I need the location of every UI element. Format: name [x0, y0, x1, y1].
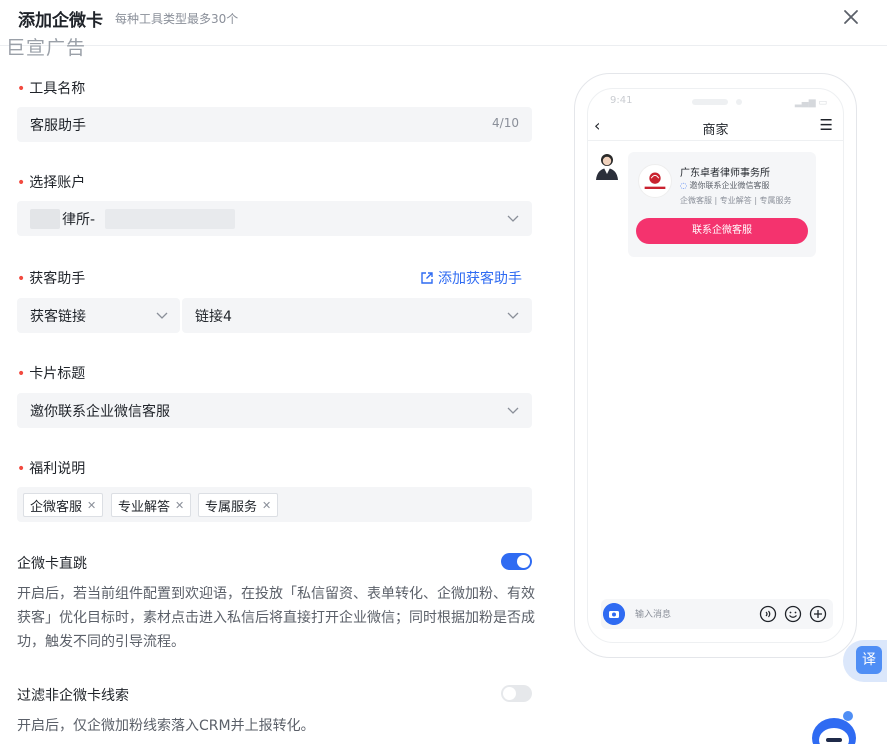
direct-jump-toggle[interactable] [501, 553, 532, 570]
dialog-header: 添加企微卡 每种工具类型最多30个 [0, 0, 887, 46]
chat-title: 商家 [702, 123, 729, 138]
card-title-label: • 卡片标题 [17, 366, 86, 382]
chevron-down-icon [507, 215, 519, 222]
char-counter: 4/10 [492, 116, 519, 130]
translate-button[interactable]: 译 [843, 640, 887, 682]
phone-screen: 9:41 ▂▄▆ ▭ ‹ 商家 ☰ 广东卓者律师事务所 ◌ 邀你联系企业微信客服… [587, 88, 844, 643]
direct-jump-desc: 开启后，若当前组件配置到欢迎语，在投放「私信留资、表单转化、企微加粉、有效获客」… [17, 586, 535, 650]
tag-close-icon[interactable]: ✕ [175, 499, 184, 512]
firm-name: 广东卓者律师事务所 [680, 168, 770, 179]
contact-wecom-button[interactable]: 联系企微客服 [636, 218, 808, 244]
signal-icon: ▂▄▆ ▭ [794, 98, 827, 108]
chevron-down-icon [507, 407, 519, 414]
account-select[interactable]: 律所- [17, 201, 532, 236]
chevron-down-icon [156, 312, 168, 319]
assistant-type-value: 获客链接 [30, 309, 86, 325]
account-label: • 选择账户 [17, 175, 86, 191]
tool-name-label: • 工具名称 [17, 81, 86, 97]
chat-input-placeholder: 输入消息 [635, 610, 672, 620]
required-mark: • [17, 81, 26, 97]
phone-preview: 9:41 ▂▄▆ ▭ ‹ 商家 ☰ 广东卓者律师事务所 ◌ 邀你联系企业微信客服… [574, 73, 857, 658]
redacted-block [30, 209, 60, 229]
voice-icon[interactable] [759, 605, 777, 623]
redacted-block [105, 209, 235, 229]
chevron-down-icon [507, 312, 519, 319]
add-assistant-link[interactable]: 添加获客助手 [420, 268, 522, 288]
external-link-icon [421, 272, 433, 284]
filter-title: 过滤非企微卡线索 [17, 688, 129, 704]
assistant-label: • 获客助手 [17, 271, 86, 287]
close-icon[interactable] [842, 8, 860, 26]
plus-icon[interactable] [809, 605, 827, 623]
benefit-tag: 专属服务 ✕ [198, 493, 279, 517]
benefit-tag: 企微客服 ✕ [23, 493, 104, 517]
status-time: 9:41 [610, 95, 633, 106]
assistant-link-select[interactable]: 链接4 [182, 298, 532, 333]
dialog-subtitle: 每种工具类型最多30个 [115, 12, 239, 26]
tag-close-icon[interactable]: ✕ [87, 499, 96, 512]
filter-toggle[interactable] [501, 685, 532, 702]
wecom-card: 广东卓者律师事务所 ◌ 邀你联系企业微信客服 企微客服 | 专业解答 | 专属服… [628, 152, 816, 257]
account-value: 律所- [62, 212, 96, 228]
translate-icon: 译 [856, 646, 882, 674]
required-mark: • [17, 271, 26, 287]
wecom-icon: ◌ [680, 181, 687, 190]
direct-jump-title: 企微卡直跳 [17, 556, 87, 572]
status-bar: 9:41 ▂▄▆ ▭ [588, 95, 843, 111]
camera-dot [736, 99, 742, 105]
toggle-knob [503, 687, 516, 700]
benefit-tag: 专业解答 ✕ [111, 493, 192, 517]
assistant-type-select[interactable]: 获客链接 [17, 298, 180, 333]
required-mark: • [17, 366, 26, 382]
card-title-select[interactable]: 邀你联系企业微信客服 [17, 393, 532, 428]
notch [692, 99, 728, 105]
toggle-knob [517, 555, 530, 568]
firm-logo [638, 164, 672, 198]
card-benefits: 企微客服 | 专业解答 | 专属服务 [680, 196, 792, 205]
filter-desc: 开启后，仅企微加粉线索落入CRM并上报转化。 [17, 718, 315, 734]
assistant-link-value: 链接4 [195, 309, 232, 325]
camera-icon[interactable] [603, 603, 625, 625]
tool-name-value: 客服助手 [30, 118, 86, 134]
assistant-robot-icon[interactable] [808, 708, 860, 744]
menu-icon[interactable]: ☰ [820, 116, 833, 134]
tag-close-icon[interactable]: ✕ [262, 499, 271, 512]
card-title-value: 邀你联系企业微信客服 [30, 404, 170, 420]
avatar [596, 154, 618, 180]
required-mark: • [17, 461, 26, 477]
watermark: 巨宣广告 [6, 37, 87, 59]
chat-nav: ‹ 商家 ☰ [588, 111, 843, 141]
tool-name-input[interactable]: 客服助手 4/10 [17, 107, 532, 142]
chat-input-bar: 输入消息 [601, 599, 833, 629]
emoji-icon[interactable] [784, 605, 802, 623]
required-mark: • [17, 175, 26, 191]
benefit-label: • 福利说明 [17, 461, 86, 477]
dialog-title: 添加企微卡 [18, 11, 103, 31]
card-subtitle: ◌ 邀你联系企业微信客服 [680, 181, 770, 190]
